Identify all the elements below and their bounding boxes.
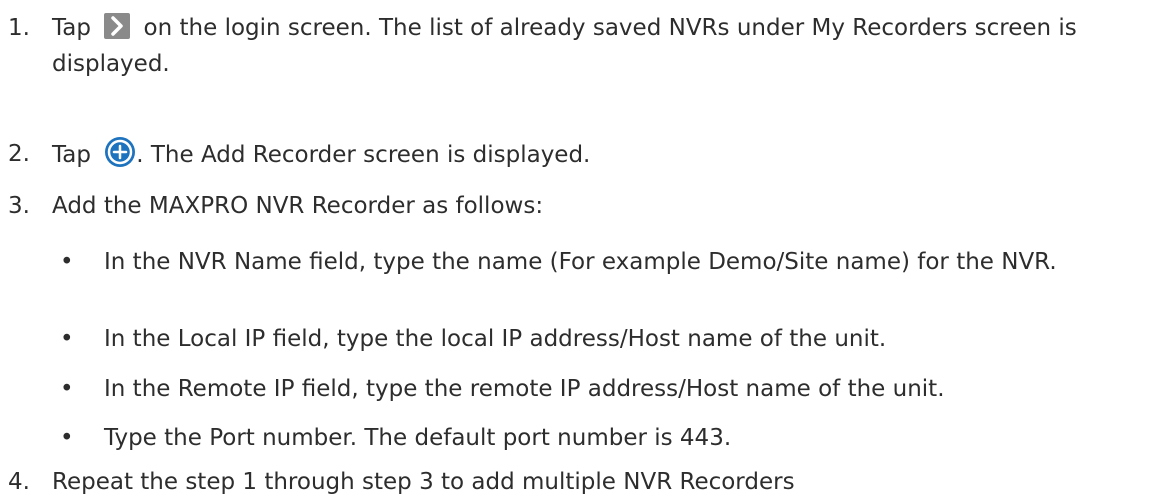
step-number: 4. xyxy=(8,469,30,495)
step-text-post: on the login screen. The list of already… xyxy=(52,15,1077,77)
bullet-text: In the Remote IP field, type the remote … xyxy=(104,376,945,402)
step-text-pre: Tap xyxy=(52,142,99,168)
bullet-text: In the NVR Name field, type the name (Fo… xyxy=(104,249,1057,275)
step-text-post: . The Add Recorder screen is displayed. xyxy=(136,142,591,168)
bullet-text: In the Local IP field, type the local IP… xyxy=(104,326,887,352)
bullet-text: Type the Port number. The default port n… xyxy=(104,425,732,451)
step-number: 3. xyxy=(8,193,30,219)
chevron-right-icon xyxy=(104,13,131,39)
add-circle-icon xyxy=(104,136,136,168)
bullet-dot: • xyxy=(60,326,74,352)
bullet-dot: • xyxy=(60,425,74,451)
step-text: Tap on the login screen. The list of alr… xyxy=(52,10,1137,82)
step-text-pre: Tap xyxy=(52,15,99,41)
step-text: Repeat the step 1 through step 3 to add … xyxy=(52,469,795,495)
bullet-dot: • xyxy=(60,249,74,275)
step-text: Tap . The Add Recorder screen is display… xyxy=(52,136,1137,173)
step-number: 1. xyxy=(8,15,30,41)
bullet-dot: • xyxy=(60,376,74,402)
step-text: Add the MAXPRO NVR Recorder as follows: xyxy=(52,193,544,219)
step-number: 2. xyxy=(8,141,30,167)
